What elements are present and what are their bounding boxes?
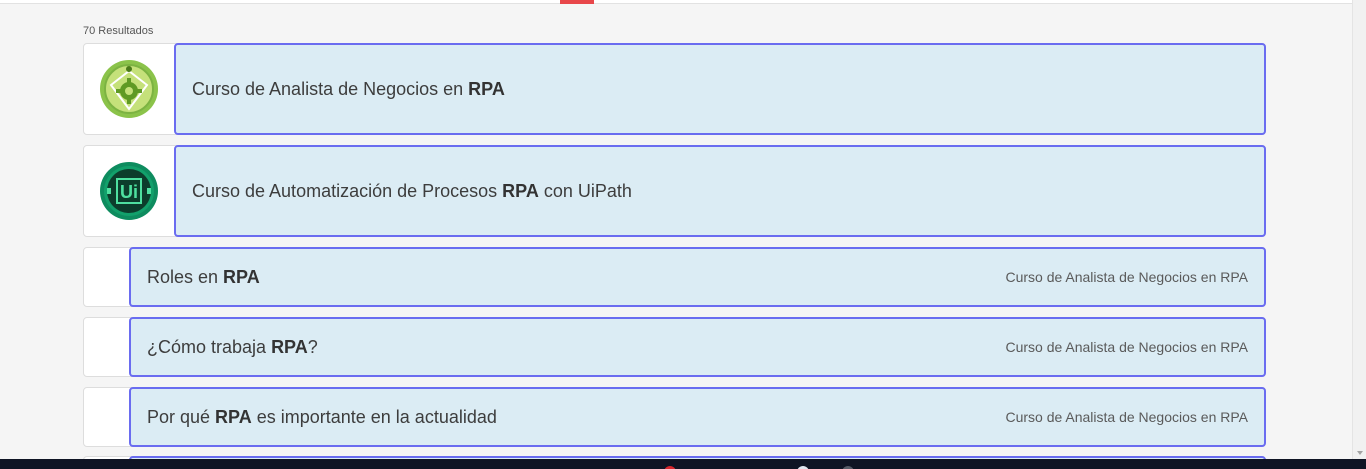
result-panel[interactable]: Por qué RPA es importante en la actualid… <box>129 387 1266 447</box>
search-result-lesson[interactable]: Por qué RPA es importante en la actualid… <box>83 387 1266 447</box>
result-course-name: Curso de Analista de Negocios en RPA <box>1005 339 1248 355</box>
uipath-logo-icon: Ui <box>100 162 158 220</box>
result-title: ¿Cómo trabaja RPA? <box>147 336 318 357</box>
result-title: Curso de Analista de Negocios en RPA <box>192 78 505 99</box>
search-result-lesson[interactable]: ¿Cómo trabaja RPA? Curso de Analista de … <box>83 317 1266 377</box>
search-result-lesson[interactable]: Roles en RPA Curso de Analista de Negoci… <box>83 247 1266 307</box>
search-result-course[interactable]: Curso de Analista de Negocios en RPA <box>83 43 1266 135</box>
top-header-bar <box>0 0 1352 4</box>
result-title: Por qué RPA es importante en la actualid… <box>147 406 497 427</box>
result-panel[interactable]: Roles en RPA Curso de Analista de Negoci… <box>129 247 1266 307</box>
os-taskbar <box>0 459 1366 469</box>
active-tab-indicator <box>560 0 594 4</box>
result-course-name: Curso de Analista de Negocios en RPA <box>1005 409 1248 425</box>
vertical-scrollbar[interactable] <box>1352 0 1366 459</box>
scroll-down-arrow-icon[interactable] <box>1357 451 1363 455</box>
result-course-name: Curso de Analista de Negocios en RPA <box>1005 269 1248 285</box>
result-panel[interactable]: ¿Cómo trabaja RPA? Curso de Analista de … <box>129 317 1266 377</box>
result-title: Roles en RPA <box>147 266 260 287</box>
rpa-business-analyst-logo-icon <box>100 60 158 118</box>
svg-text:Ui: Ui <box>120 182 138 202</box>
result-panel[interactable]: Curso de Automatización de Procesos RPA … <box>174 145 1266 237</box>
result-panel[interactable]: Curso de Analista de Negocios en RPA <box>174 43 1266 135</box>
results-count: 70 Resultados <box>83 25 154 37</box>
result-title: Curso de Automatización de Procesos RPA … <box>192 180 632 201</box>
search-result-course[interactable]: Ui Curso de Automatización de Procesos R… <box>83 145 1266 237</box>
